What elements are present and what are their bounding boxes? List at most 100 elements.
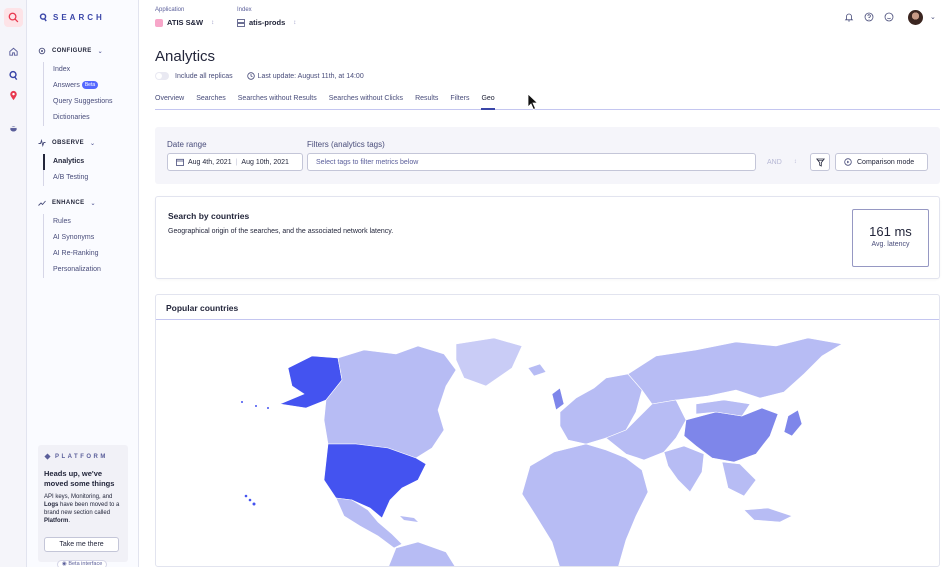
sidebar-item-query-suggestions[interactable]: Query Suggestions — [44, 94, 113, 110]
play-circle-icon — [844, 158, 852, 166]
sidebar-item-ai-reranking[interactable]: AI Re-Ranking — [44, 246, 101, 262]
main-content: Analytics Include all replicas Last upda… — [140, 38, 950, 567]
hawaii-island — [252, 502, 256, 506]
section-configure[interactable]: CONFIGURE ⌄ — [38, 47, 103, 55]
country-japan[interactable] — [783, 409, 803, 437]
sidebar-item-answers[interactable]: Answers Beta — [44, 78, 113, 94]
brand-logo[interactable]: SEARCH — [39, 13, 105, 22]
sidebar-item-ab-testing[interactable]: A/B Testing — [44, 170, 88, 186]
map-title: Popular countries — [166, 303, 239, 313]
hawaii-island — [244, 494, 248, 498]
tab-overview[interactable]: Overview — [155, 94, 184, 110]
tab-results[interactable]: Results — [415, 94, 438, 110]
country-india[interactable] — [663, 445, 705, 493]
country-indonesia[interactable] — [743, 507, 793, 523]
application-label: Application — [155, 7, 185, 13]
sidebar-item-ai-synonyms[interactable]: AI Synonyms — [44, 230, 101, 246]
chevron-down-icon[interactable]: ⌄ — [930, 13, 936, 21]
comparison-mode-label: Comparison mode — [857, 158, 915, 166]
replicas-row: Include all replicas Last update: August… — [155, 72, 364, 80]
take-me-there-button[interactable]: Take me there — [44, 537, 119, 552]
tab-searches-without-clicks[interactable]: Searches without Clicks — [329, 94, 403, 110]
section-label: CONFIGURE — [52, 48, 92, 54]
platform-logo-icon — [44, 453, 51, 460]
database-icon — [237, 18, 245, 27]
clock-icon — [246, 72, 255, 80]
date-range-picker[interactable]: Aug 4th, 2021 | Aug 10th, 2021 — [167, 153, 303, 171]
sidebar-item-analytics[interactable]: Analytics — [43, 154, 88, 170]
trend-up-icon — [38, 200, 46, 206]
top-bar: Application ATIS S&W ↕ Index atis-prods … — [140, 0, 950, 38]
sidebar-item-index[interactable]: Index — [44, 62, 113, 78]
section-label: OBSERVE — [52, 140, 85, 146]
search-app-button[interactable] — [4, 8, 23, 27]
search-product-button[interactable] — [4, 66, 23, 85]
search-icon — [8, 12, 19, 23]
section-enhance[interactable]: ENHANCE ⌄ — [38, 199, 96, 207]
filter-button[interactable] — [810, 153, 830, 171]
date-start: Aug 4th, 2021 — [188, 158, 232, 166]
observe-items: Analytics A/B Testing — [43, 154, 88, 186]
search-by-countries-card: Search by countries Geographical origin … — [155, 196, 940, 279]
map-pin-icon — [10, 90, 17, 101]
recommend-button[interactable] — [4, 86, 23, 105]
tab-filters[interactable]: Filters — [450, 94, 469, 110]
country-uk[interactable] — [551, 387, 565, 411]
application-value: ATIS S&W — [167, 18, 204, 27]
chevron-down-icon: ⌄ — [97, 48, 104, 55]
and-operator-label: AND — [767, 158, 782, 166]
beta-badge: Beta — [81, 81, 99, 89]
sidebar-item-dictionaries[interactable]: Dictionaries — [44, 110, 113, 126]
sidebar: SEARCH CONFIGURE ⌄ Index Answers Beta Que… — [27, 0, 139, 567]
latency-value: 161 ms — [869, 224, 912, 239]
bug-icon — [10, 126, 17, 132]
tab-searches-without-results[interactable]: Searches without Results — [238, 94, 317, 110]
platform-text: API keys, Monitoring, and Logs have been… — [44, 494, 120, 524]
feedback-smiley-icon[interactable] — [884, 12, 894, 22]
index-selector[interactable]: atis-prods ↕ — [237, 18, 296, 27]
tab-geo[interactable]: Geo — [481, 94, 495, 110]
country-canada[interactable] — [323, 345, 457, 459]
app-rail — [0, 0, 27, 567]
sidebar-item-rules[interactable]: Rules — [44, 214, 101, 230]
enhance-items: Rules AI Synonyms AI Re-Ranking Personal… — [43, 214, 101, 278]
sidebar-item-personalization[interactable]: Personalization — [44, 262, 101, 278]
gear-icon — [38, 47, 46, 55]
country-greenland[interactable] — [455, 337, 523, 387]
chevron-down-icon: ⌄ — [90, 200, 96, 207]
country-russia[interactable] — [627, 337, 843, 405]
region-southeast-asia[interactable] — [721, 461, 757, 497]
latency-metric: 161 ms Avg. latency — [852, 209, 929, 267]
filters-label: Filters (analytics tags) — [307, 140, 385, 149]
search-logo-icon — [39, 13, 47, 22]
and-operator-select[interactable]: AND ↕ — [763, 153, 805, 171]
section-observe[interactable]: OBSERVE ⌄ — [38, 139, 95, 147]
aleutian-island — [267, 407, 269, 409]
comparison-mode-button[interactable]: Comparison mode — [835, 153, 928, 171]
bell-icon[interactable] — [844, 12, 854, 22]
application-selector[interactable]: ATIS S&W ↕ — [155, 18, 214, 27]
index-value: atis-prods — [249, 18, 286, 27]
card-title: Search by countries — [168, 211, 250, 221]
beta-interface-badge[interactable]: ◉ Beta interface — [57, 560, 108, 567]
platform-brand: PLATFORM — [44, 453, 122, 460]
country-iceland[interactable] — [527, 363, 547, 377]
tab-searches[interactable]: Searches — [196, 94, 226, 110]
index-label: Index — [237, 7, 252, 13]
page-title: Analytics — [155, 48, 216, 65]
home-button[interactable] — [4, 42, 23, 61]
hawaii-island — [248, 498, 252, 502]
aleutian-island — [255, 405, 257, 407]
world-map — [241, 337, 843, 567]
popular-countries-card: Popular countries — [155, 294, 940, 567]
aleutian-island — [241, 401, 243, 403]
help-icon[interactable] — [864, 12, 874, 22]
user-avatar[interactable] — [908, 10, 923, 25]
date-end: Aug 10th, 2021 — [241, 158, 289, 166]
sidebar-item-label: Answers — [53, 82, 80, 89]
tags-filter-input[interactable]: Select tags to filter metrics below — [307, 153, 756, 171]
platform-notice-card: PLATFORM Heads up, we've moved some thin… — [38, 445, 128, 562]
crawler-button[interactable] — [4, 119, 23, 138]
region-africa[interactable] — [521, 443, 649, 567]
include-replicas-toggle[interactable] — [155, 72, 169, 80]
